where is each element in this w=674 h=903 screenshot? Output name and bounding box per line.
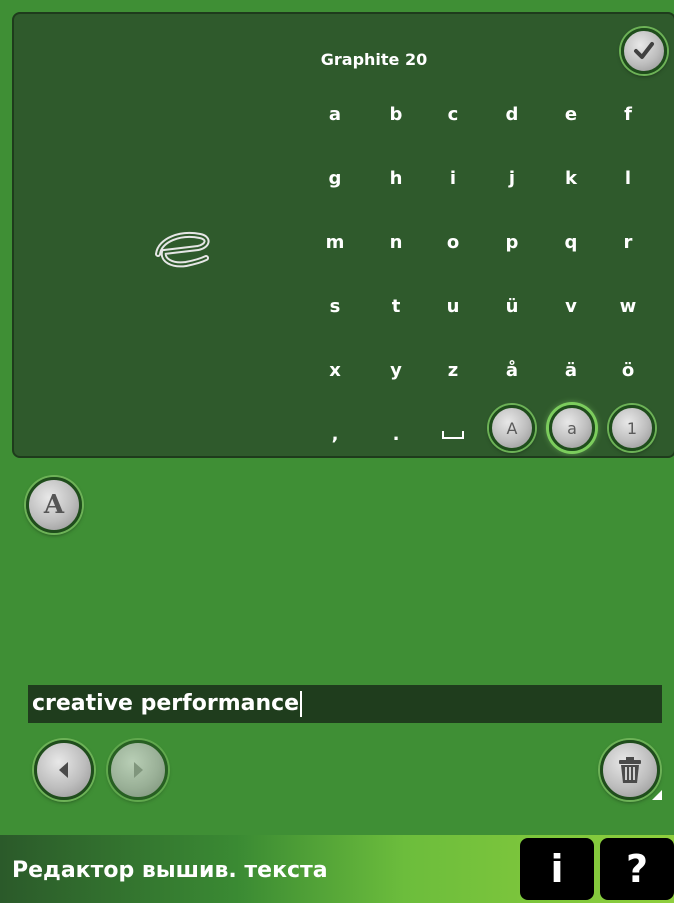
key-a[interactable]: a [315, 98, 355, 132]
key-k[interactable]: k [551, 162, 591, 196]
letter-preview: e [155, 232, 210, 268]
uppercase-label: A [506, 418, 518, 438]
key-w[interactable]: w [608, 290, 648, 324]
key-m[interactable]: m [315, 226, 355, 260]
font-select-button[interactable]: A [26, 477, 82, 533]
info-icon: i [550, 847, 564, 891]
arrow-left-icon [59, 762, 68, 778]
info-button[interactable]: i [520, 838, 594, 900]
menu-corner-icon [652, 790, 662, 800]
key-comma[interactable]: , [315, 418, 355, 452]
trash-icon [619, 757, 641, 783]
key-t[interactable]: t [376, 290, 416, 324]
key-z[interactable]: z [433, 354, 473, 388]
key-u[interactable]: u [433, 290, 473, 324]
help-button[interactable]: ? [600, 838, 674, 900]
lowercase-label: a [567, 418, 577, 438]
key-g[interactable]: g [315, 162, 355, 196]
key-n[interactable]: n [376, 226, 416, 260]
key-p[interactable]: p [492, 226, 532, 260]
key-l[interactable]: l [608, 162, 648, 196]
key-c[interactable]: c [433, 98, 473, 132]
key-q[interactable]: q [551, 226, 591, 260]
numbers-button[interactable]: 1 [609, 405, 655, 451]
key-x[interactable]: x [315, 354, 355, 388]
space-icon [442, 431, 464, 439]
key-y[interactable]: y [376, 354, 416, 388]
key-r[interactable]: r [608, 226, 648, 260]
key-o-umlaut[interactable]: ö [608, 354, 648, 388]
key-d[interactable]: d [492, 98, 532, 132]
key-o[interactable]: o [433, 226, 473, 260]
text-input-field[interactable]: creative performance [28, 685, 662, 723]
key-u-umlaut[interactable]: ü [492, 290, 532, 324]
key-v[interactable]: v [551, 290, 591, 324]
checkmark-icon [634, 42, 654, 59]
key-f[interactable]: f [608, 98, 648, 132]
key-j[interactable]: j [492, 162, 532, 196]
lowercase-button[interactable]: a [549, 405, 595, 451]
key-a-ring[interactable]: å [492, 354, 532, 388]
help-icon: ? [625, 847, 649, 891]
key-h[interactable]: h [376, 162, 416, 196]
font-name-label: Graphite 20 [320, 50, 428, 69]
arrow-right-icon [134, 762, 143, 778]
key-period[interactable]: . [376, 418, 416, 452]
key-space[interactable]: ␣ [433, 418, 473, 452]
window-title: Редактор вышив. текста [12, 858, 328, 883]
numbers-label: 1 [626, 418, 638, 438]
key-s[interactable]: s [315, 290, 355, 324]
confirm-button[interactable] [621, 28, 667, 74]
delete-button[interactable] [600, 740, 660, 800]
embroidery-text-editor-screen: Graphite 20 e a b c d e f g h i j k l m … [0, 0, 674, 903]
key-e[interactable]: e [551, 98, 591, 132]
text-cursor [300, 691, 303, 717]
text-input-value: creative performance [32, 691, 300, 716]
key-a-umlaut[interactable]: ä [551, 354, 591, 388]
uppercase-button[interactable]: A [489, 405, 535, 451]
keyboard-panel: Graphite 20 e a b c d e f g h i j k l m … [12, 12, 674, 458]
key-b[interactable]: b [376, 98, 416, 132]
font-select-label: A [43, 490, 65, 520]
cursor-left-button[interactable] [34, 740, 94, 800]
cursor-right-button[interactable] [108, 740, 168, 800]
key-i[interactable]: i [433, 162, 473, 196]
